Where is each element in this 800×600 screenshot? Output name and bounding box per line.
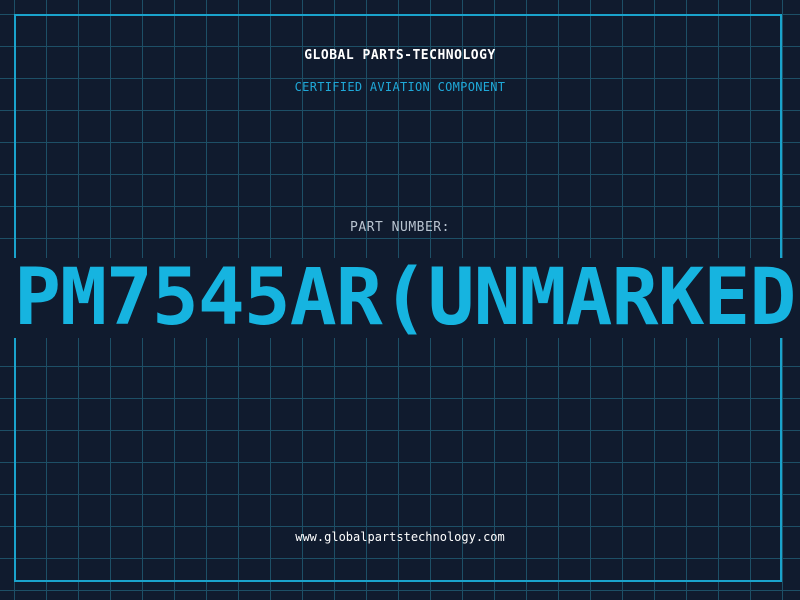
website-url[interactable]: www.globalpartstechnology.com xyxy=(0,530,800,544)
certification-subtitle: CERTIFIED AVIATION COMPONENT xyxy=(294,80,506,94)
part-number-band: PM7545AR(UNMARKED xyxy=(0,258,800,338)
brand-name: GLOBAL PARTS-TECHNOLOGY xyxy=(304,48,496,63)
part-number-card: GLOBAL PARTS-TECHNOLOGY CERTIFIED AVIATI… xyxy=(0,0,800,600)
part-number-value: PM7545AR(UNMARKED xyxy=(14,258,796,338)
part-number-label: PART NUMBER: xyxy=(350,220,450,235)
